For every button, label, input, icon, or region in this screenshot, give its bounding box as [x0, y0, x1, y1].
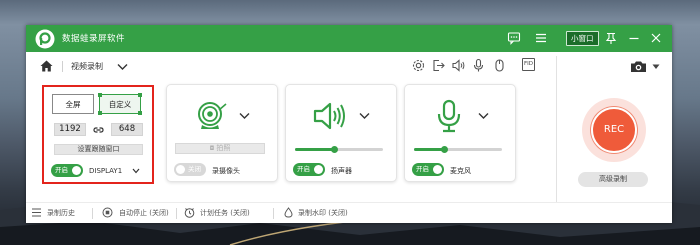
- pin-icon[interactable]: [604, 31, 618, 45]
- auto-stop-link[interactable]: 自动停止 (关闭): [119, 208, 169, 218]
- speaker-dropdown-icon[interactable]: [359, 112, 370, 120]
- webcam-dropdown-icon[interactable]: [239, 112, 250, 120]
- footer-bar: 录制历史 自动停止 (关闭) 计划任务 (关闭) 录制水印 (关闭): [26, 202, 672, 223]
- speaker-card: 开启 扬声器: [285, 84, 397, 182]
- display-selector[interactable]: DISPLAY1: [89, 167, 122, 175]
- snapshot-dropdown-icon[interactable]: [652, 64, 660, 70]
- settings-icon[interactable]: [411, 58, 426, 73]
- webcam-label: 录摄像头: [212, 167, 240, 175]
- title-bar: 数据蛙录屏软件 小窗口: [26, 25, 672, 52]
- schedule-link[interactable]: 计划任务 (关闭): [200, 208, 250, 218]
- camera-snapshot-icon[interactable]: [630, 59, 647, 74]
- fullscreen-mode-button[interactable]: 全屏: [52, 94, 94, 114]
- speaker-icon[interactable]: [451, 58, 466, 73]
- microphone-toggle[interactable]: 开启: [412, 163, 444, 176]
- webcam-card: ◘ 拍照 关闭 录摄像头: [166, 84, 278, 182]
- history-link[interactable]: 录制历史: [47, 208, 75, 218]
- custom-region-button[interactable]: 自定义: [98, 93, 142, 115]
- microphone-volume-thumb[interactable]: [441, 146, 449, 153]
- rec-button[interactable]: REC: [591, 107, 637, 153]
- menu-icon[interactable]: [534, 31, 548, 45]
- height-input[interactable]: 648: [111, 123, 143, 136]
- schedule-icon[interactable]: [184, 207, 195, 218]
- speaker-toggle[interactable]: 开启: [293, 163, 325, 176]
- fid-icon[interactable]: FID: [522, 58, 535, 71]
- watermark-link[interactable]: 录制水印 (关闭): [298, 208, 348, 218]
- microphone-icon[interactable]: [471, 58, 486, 73]
- home-icon[interactable]: [40, 60, 53, 72]
- follow-window-button[interactable]: 设置跟随窗口: [54, 144, 143, 155]
- app-logo-icon: [35, 29, 55, 49]
- breadcrumb-current: 视频录制: [71, 62, 103, 71]
- photo-button[interactable]: ◘ 拍照: [175, 143, 265, 154]
- record-area: REC 高级录制: [556, 80, 672, 202]
- webcam-icon[interactable]: [193, 98, 229, 134]
- region-card-highlight: 全屏 自定义 1192 648 设置跟随窗口 开启 DISPLAY1: [42, 85, 154, 184]
- speaker-volume-icon[interactable]: [312, 98, 348, 134]
- mouse-icon[interactable]: [492, 58, 507, 73]
- speaker-label: 扬声器: [331, 167, 352, 175]
- auto-stop-icon[interactable]: [102, 207, 113, 218]
- history-icon[interactable]: [31, 207, 42, 218]
- microphone-card: 开启 麦克风: [404, 84, 516, 182]
- close-icon[interactable]: [649, 31, 663, 45]
- microphone-label: 麦克风: [450, 167, 471, 175]
- speaker-volume-slider[interactable]: [295, 146, 383, 153]
- speaker-volume-thumb[interactable]: [331, 146, 339, 153]
- display-dropdown-icon[interactable]: [132, 168, 140, 174]
- microphone-dropdown-icon[interactable]: [478, 112, 489, 120]
- app-title: 数据蛙录屏软件: [62, 34, 126, 44]
- feedback-icon[interactable]: [507, 31, 521, 45]
- mini-window-button[interactable]: 小窗口: [566, 31, 599, 46]
- width-input[interactable]: 1192: [54, 123, 86, 136]
- webcam-toggle[interactable]: 关闭: [174, 163, 206, 176]
- watermark-icon[interactable]: [283, 207, 294, 218]
- chevron-down-icon[interactable]: [117, 63, 128, 71]
- advanced-record-button[interactable]: 高级录制: [578, 172, 648, 187]
- region-toggle[interactable]: 开启: [51, 164, 83, 177]
- toolbar: 视频录制 FID: [26, 52, 672, 80]
- minimize-icon[interactable]: [627, 31, 641, 45]
- microphone-large-icon[interactable]: [431, 98, 467, 134]
- microphone-volume-slider[interactable]: [414, 146, 502, 153]
- export-icon[interactable]: [431, 58, 446, 73]
- link-ratio-icon[interactable]: [93, 125, 104, 135]
